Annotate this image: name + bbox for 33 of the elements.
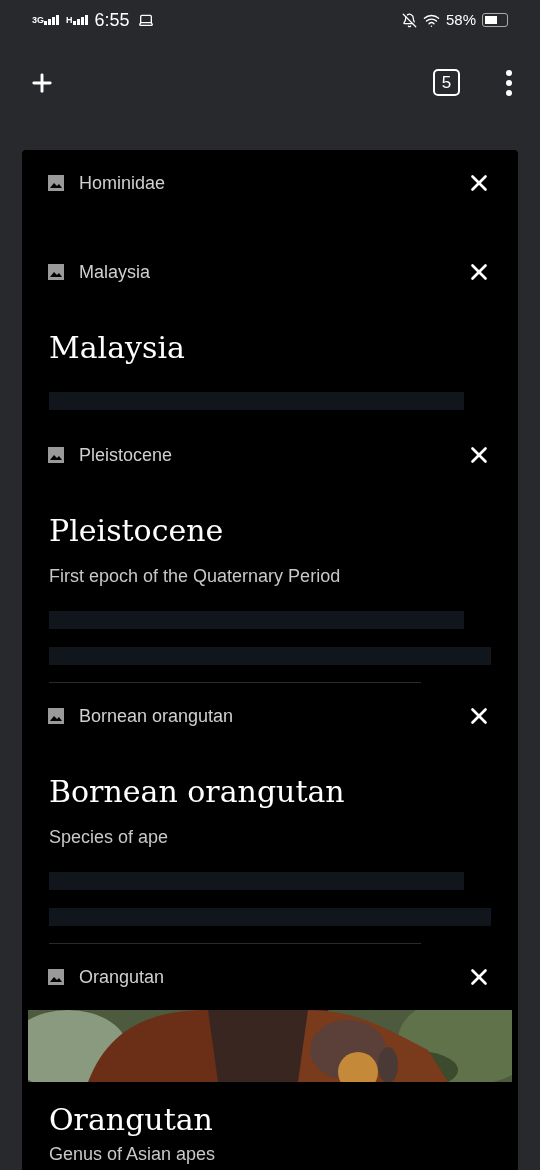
tab-header[interactable]: Hominidae [22,150,518,216]
network-type: 3G [32,16,44,25]
image-icon [47,707,65,725]
image-icon [47,174,65,192]
tab-header[interactable]: Malaysia [22,239,518,305]
signal-icon [72,15,89,25]
article-subtitle: Species of ape [49,826,170,849]
battery-icon [482,13,508,27]
clock: 6:55 [94,8,130,32]
bell-off-icon [401,12,417,28]
battery-percent: 58% [445,9,476,30]
image-icon [47,968,65,986]
network-type: H [66,16,73,25]
tab-title: Bornean orangutan [79,704,235,728]
article-subtitle: First epoch of the Quaternary Period [49,565,342,588]
article-heading: Malaysia [49,330,186,366]
more-menu-icon[interactable] [506,69,512,96]
signal-icon [44,15,60,25]
tab-title: Pleistocene [79,443,174,467]
tab-count-button[interactable]: 5 [433,69,460,96]
article-heading: Orangutan [49,1102,214,1138]
article-heading: Bornean orangutan [49,774,346,810]
laptop-icon [137,12,154,28]
tab-header[interactable]: Orangutan [22,944,518,1010]
image-icon [47,446,65,464]
tab-title: Malaysia [79,260,152,284]
tab-title: Orangutan [79,965,166,989]
article-heading: Pleistocene [49,513,225,549]
article-subtitle: Genus of Asian apes [49,1143,217,1166]
tab-header[interactable]: Bornean orangutan [22,683,518,749]
tab-header[interactable]: Pleistocene [22,422,518,488]
image-icon [47,263,65,281]
tab-title: Hominidae [79,171,167,195]
